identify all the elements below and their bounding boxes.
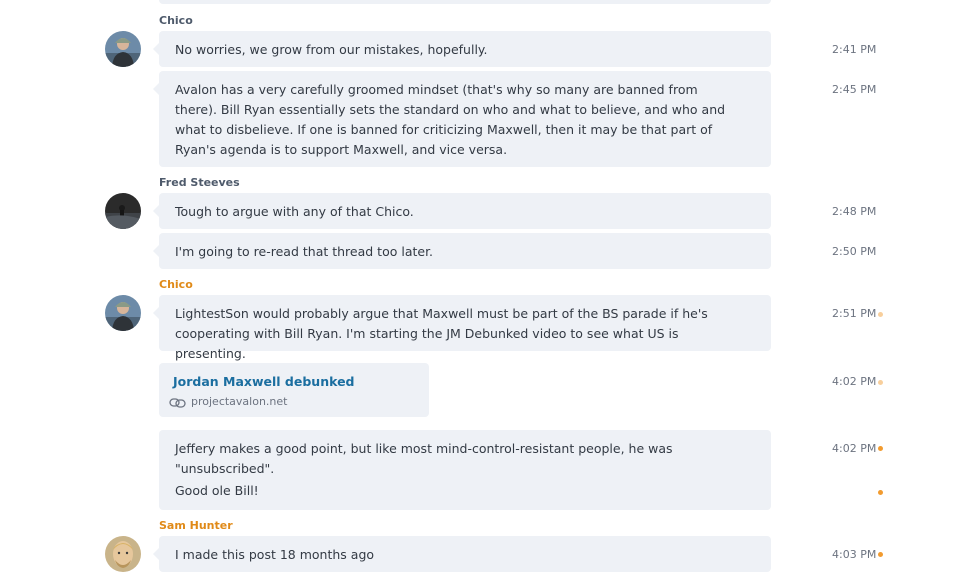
message-bubble[interactable]: I'm going to re-read that thread too lat…	[153, 233, 771, 269]
message-text: Good ole Bill!	[175, 483, 259, 498]
message-text: No worries, we grow from our mistakes, h…	[175, 42, 488, 57]
link-title[interactable]: Jordan Maxwell debunked	[173, 374, 355, 389]
message-text: Avalon has a very carefully groomed mind…	[175, 82, 726, 157]
message-bubble[interactable]: Avalon has a very carefully groomed mind…	[153, 71, 771, 167]
unread-indicator-dot	[878, 552, 883, 557]
avatar-chico[interactable]	[105, 295, 141, 331]
sender-name[interactable]: Fred Steeves	[159, 176, 240, 189]
read-indicator-dot	[878, 380, 883, 385]
avatar-chico[interactable]	[105, 31, 141, 67]
message-time: 2:48 PM	[832, 205, 877, 218]
message-time: 4:02 PM	[832, 375, 877, 388]
message-time: 2:41 PM	[832, 43, 877, 56]
unread-indicator-dot	[878, 446, 883, 451]
message-bubble[interactable]: Jeffery makes a good point, but like mos…	[159, 430, 771, 510]
sender-name[interactable]: Sam Hunter	[159, 519, 233, 532]
message-time: 2:51 PM	[832, 307, 877, 320]
unread-indicator-dot	[878, 490, 883, 495]
message-bubble[interactable]: Tough to argue with any of that Chico.	[153, 193, 771, 229]
message-time: 4:03 PM	[832, 548, 877, 561]
sender-name[interactable]: Chico	[159, 278, 193, 291]
message-text: I made this post 18 months ago	[175, 547, 375, 562]
avatar-fred-steeves[interactable]	[105, 193, 141, 229]
link-icon	[169, 394, 187, 413]
avatar-sam-hunter[interactable]	[105, 536, 141, 572]
previous-message-bubble	[159, 0, 771, 4]
message-bubble[interactable]: I made this post 18 months ago	[153, 536, 771, 572]
message-text: I'm going to re-read that thread too lat…	[175, 244, 434, 259]
message-bubble[interactable]: LightestSon would probably argue that Ma…	[153, 295, 771, 361]
message-text: LightestSon would probably argue that Ma…	[175, 306, 708, 361]
link-preview-card[interactable]: Jordan Maxwell debunked projectavalon.ne…	[159, 363, 429, 417]
link-domain: projectavalon.net	[191, 395, 288, 408]
message-time: 2:50 PM	[832, 245, 877, 258]
sender-name[interactable]: Chico	[159, 14, 193, 27]
message-time: 4:02 PM	[832, 442, 877, 455]
message-time: 2:45 PM	[832, 83, 877, 96]
message-bubble[interactable]: No worries, we grow from our mistakes, h…	[153, 31, 771, 67]
read-indicator-dot	[878, 312, 883, 317]
message-text: Tough to argue with any of that Chico.	[175, 204, 414, 219]
message-text: Jeffery makes a good point, but like mos…	[175, 441, 673, 476]
